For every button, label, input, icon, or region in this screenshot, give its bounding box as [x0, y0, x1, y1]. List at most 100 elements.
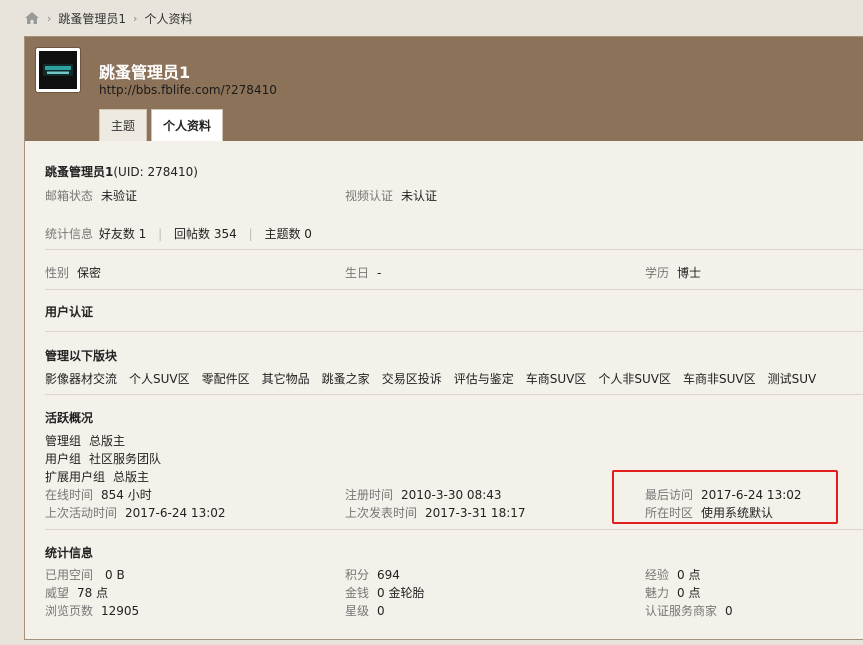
charm-value: 0 点 — [677, 586, 701, 600]
breadcrumb-item-user[interactable]: 跳蚤管理员1 — [58, 10, 126, 27]
online-time: 在线时间 854 小时 — [45, 486, 152, 503]
education-value: 博士 — [677, 266, 702, 280]
breadcrumb-item-profile: 个人资料 — [144, 11, 193, 26]
header-username: 跳蚤管理员1 — [99, 63, 191, 82]
used-space: 已用空间 0 B — [45, 566, 125, 583]
managed-forum-link[interactable]: 评估与鉴定 — [454, 372, 514, 386]
points: 积分 694 — [345, 566, 400, 583]
avatar-logo — [43, 64, 73, 76]
video-auth-value: 未认证 — [401, 189, 438, 203]
divider — [45, 529, 863, 530]
certified-merchant-label: 认证服务商家 — [645, 604, 718, 618]
avatar-image — [39, 51, 77, 89]
managed-forum-link[interactable]: 车商SUV区 — [526, 372, 587, 386]
stats-title: 统计信息 — [45, 546, 94, 560]
home-icon[interactable] — [24, 11, 40, 25]
education-label: 学历 — [645, 266, 670, 280]
stat-separator: | — [158, 227, 163, 241]
divider — [45, 331, 863, 332]
video-auth: 视频认证 未认证 — [345, 187, 437, 204]
breadcrumb-separator: › — [133, 11, 138, 25]
online-time-label: 在线时间 — [45, 488, 94, 502]
points-value: 694 — [377, 568, 400, 582]
page-views: 浏览页数 12905 — [45, 602, 139, 619]
friends-count[interactable]: 好友数 1 — [99, 227, 146, 241]
admin-group: 管理组 总版主 — [45, 432, 125, 449]
stats-summary-label: 统计信息 — [45, 227, 94, 241]
email-status: 邮箱状态 未验证 — [45, 187, 137, 204]
tab-threads[interactable]: 主题 — [99, 109, 148, 141]
managed-forum-link[interactable]: 测试SUV — [768, 372, 817, 386]
points-label: 积分 — [345, 568, 370, 582]
last-post-value: 2017-3-31 18:17 — [425, 506, 526, 520]
tab-profile[interactable]: 个人资料 — [151, 109, 224, 141]
money: 金钱 0 金轮胎 — [345, 584, 424, 601]
stats-summary: 统计信息 好友数 1 | 回帖数 354 | 主题数 0 — [45, 225, 312, 242]
ext-group-value[interactable]: 总版主 — [113, 470, 149, 484]
activity-title: 活跃概况 — [45, 411, 94, 425]
prestige-value: 78 点 — [77, 586, 109, 600]
birthday-value: - — [377, 266, 382, 280]
education: 学历 博士 — [645, 264, 701, 281]
managed-forum-link[interactable]: 零配件区 — [202, 372, 250, 386]
gender-value: 保密 — [77, 266, 102, 280]
managed-forum-link[interactable]: 跳蚤之家 — [322, 372, 370, 386]
user-group-label: 用户组 — [45, 452, 82, 466]
page-views-value: 12905 — [101, 604, 140, 618]
last-active-value: 2017-6-24 13:02 — [125, 506, 226, 520]
star-level-label: 星级 — [345, 604, 370, 618]
managed-forums-title: 管理以下版块 — [45, 349, 118, 363]
profile-header: 跳蚤管理员1 http://bbs.fblife.com/?278410 主题 … — [25, 37, 863, 141]
managed-forum-link[interactable]: 个人非SUV区 — [598, 372, 671, 386]
user-group-value[interactable]: 社区服务团队 — [89, 452, 161, 466]
user-group: 用户组 社区服务团队 — [45, 450, 161, 467]
experience-value: 0 点 — [677, 568, 701, 582]
avatar[interactable] — [35, 47, 81, 93]
managed-forum-link[interactable]: 个人SUV区 — [129, 372, 190, 386]
managed-forums-list: 影像器材交流 个人SUV区 零配件区 其它物品 跳蚤之家 交易区投诉 评估与鉴定 车商SUV区… — [45, 370, 828, 387]
email-status-label: 邮箱状态 — [45, 189, 94, 203]
experience-label: 经验 — [645, 568, 670, 582]
threads-count[interactable]: 主题数 0 — [264, 227, 311, 241]
gender-label: 性别 — [45, 266, 70, 280]
last-post-label: 上次发表时间 — [345, 506, 418, 520]
replies-count[interactable]: 回帖数 354 — [174, 227, 237, 241]
managed-forum-link[interactable]: 交易区投诉 — [382, 372, 442, 386]
profile-title: 跳蚤管理员1(UID: 278410) — [45, 163, 198, 180]
charm-label: 魅力 — [645, 586, 670, 600]
birthday-label: 生日 — [345, 266, 370, 280]
experience: 经验 0 点 — [645, 566, 700, 583]
managed-forum-link[interactable]: 影像器材交流 — [45, 372, 117, 386]
prestige: 威望 78 点 — [45, 584, 108, 601]
prestige-label: 威望 — [45, 586, 70, 600]
profile-tabs: 主题 个人资料 — [99, 109, 227, 141]
register-time-value: 2010-3-30 08:43 — [401, 488, 502, 502]
divider — [45, 289, 863, 290]
register-time-label: 注册时间 — [345, 488, 394, 502]
breadcrumb-separator: › — [47, 11, 52, 25]
ext-group-label: 扩展用户组 — [45, 470, 106, 484]
star-level: 星级 0 — [345, 602, 385, 619]
online-time-value: 854 小时 — [101, 488, 152, 502]
admin-group-value[interactable]: 总版主 — [89, 434, 125, 448]
profile-name: 跳蚤管理员1 — [45, 165, 114, 179]
stat-separator: | — [248, 227, 253, 241]
charm: 魅力 0 点 — [645, 584, 700, 601]
managed-forum-link[interactable]: 其它物品 — [262, 372, 310, 386]
last-active: 上次活动时间 2017-6-24 13:02 — [45, 504, 226, 521]
star-level-value: 0 — [377, 604, 385, 618]
video-auth-label: 视频认证 — [345, 189, 394, 203]
certified-merchant: 认证服务商家 0 — [645, 602, 733, 619]
birthday: 生日 - — [345, 264, 381, 281]
gender: 性别 保密 — [45, 264, 101, 281]
email-status-value: 未验证 — [101, 189, 138, 203]
user-auth-title: 用户认证 — [45, 305, 94, 319]
managed-forum-link[interactable]: 车商非SUV区 — [683, 372, 756, 386]
profile-uid: (UID: 278410) — [113, 165, 198, 179]
used-space-value: 0 B — [105, 568, 125, 582]
page-views-label: 浏览页数 — [45, 604, 94, 618]
header-url[interactable]: http://bbs.fblife.com/?278410 — [99, 83, 277, 97]
profile-panel: 跳蚤管理员1 http://bbs.fblife.com/?278410 主题 … — [24, 36, 863, 640]
highlight-box — [612, 470, 838, 524]
used-space-label: 已用空间 — [45, 568, 94, 582]
